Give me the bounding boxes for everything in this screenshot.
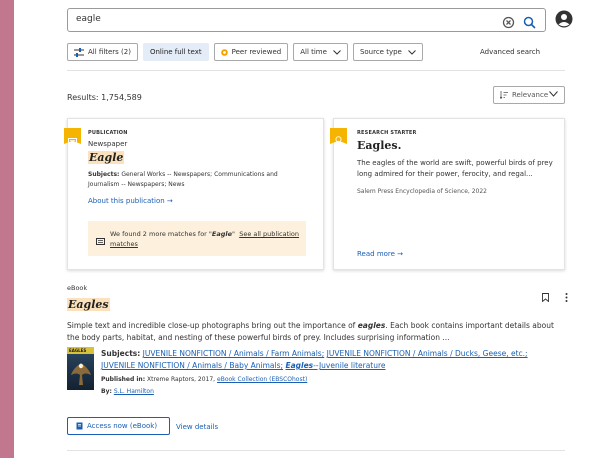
subject-link-baby-animals[interactable]: JUVENILE NONFICTION / Animals / Baby Ani… [101, 361, 283, 370]
source-type-dropdown[interactable]: Source type [352, 43, 423, 61]
more-matches-term: Eagle [211, 230, 233, 238]
peer-reviewed-label: Peer reviewed [231, 48, 282, 56]
more-matches-suffix: " [232, 230, 236, 238]
publication-title[interactable]: Eagle [88, 151, 125, 164]
desc-term: eagles [357, 321, 386, 330]
bookmark-icon[interactable] [542, 287, 549, 306]
search-icon[interactable] [523, 14, 536, 29]
chevron-down-icon [333, 49, 341, 55]
sort-icon [500, 91, 508, 99]
subjects-label: Subjects: [101, 349, 141, 358]
book-cover-image[interactable]: EAGLES [67, 347, 94, 390]
subject-4-rest: --Juvenile literature [313, 361, 386, 370]
book-icon [76, 422, 83, 430]
published-text: Xtreme Raptors, 2017, [147, 376, 216, 383]
ebook-collection-link[interactable]: eBook Collection (EBSCOhost) [217, 376, 307, 383]
research-starter-description: The eagles of the world are swift, power… [357, 159, 553, 178]
access-now-label: Access now (eBook) [87, 422, 158, 430]
author-line: By: S.L. Hamilton [101, 388, 154, 395]
research-starter-source: Salem Press Encyclopedia of Science, 202… [357, 188, 487, 195]
filter-bar: All filters (2) Online full text Peer re… [67, 43, 428, 61]
result-subjects: Subjects: JUVENILE NONFICTION / Animals … [101, 348, 561, 372]
subjects-label: Subjects: [88, 171, 120, 178]
all-time-label: All time [300, 48, 327, 56]
all-filters-button[interactable]: All filters (2) [67, 43, 138, 61]
read-more-link[interactable]: Read more → [357, 250, 403, 258]
by-label: By: [101, 388, 112, 395]
source-type-label: Source type [359, 48, 402, 56]
results-count: Results: 1,754,589 [67, 93, 142, 102]
subject-link-ducks-geese[interactable]: JUVENILE NONFICTION / Animals / Ducks, G… [327, 349, 528, 358]
card-type-label: RESEARCH STARTER [357, 130, 417, 136]
divider [67, 70, 565, 71]
research-starter-card: RESEARCH STARTER Eagles. The eagles of t… [330, 118, 565, 270]
advanced-search-link[interactable]: Advanced search [480, 48, 540, 56]
desc-before: Simple text and incredible close-up phot… [67, 321, 358, 330]
all-filters-label: All filters (2) [88, 48, 131, 56]
chevron-down-icon [549, 91, 558, 99]
research-starter-badge [330, 128, 347, 144]
author-link[interactable]: S.L. Hamilton [114, 388, 154, 395]
newspaper-icon [96, 230, 105, 249]
more-matches-text: We found 2 more matches for "Eagle" See … [110, 229, 300, 249]
online-full-text-chip[interactable]: Online full text [142, 43, 209, 61]
card-subtype: Newspaper [88, 140, 128, 148]
subject-link-eagles[interactable]: Eagles--Juvenile literature [285, 361, 385, 370]
subject-4-term: Eagles [285, 361, 314, 370]
view-details-link[interactable]: View details [176, 423, 218, 431]
newspaper-icon [68, 130, 77, 144]
publication-badge [64, 128, 81, 144]
results-page: eagle All filters (2) Online full text P… [14, 0, 612, 458]
eagle-illustration [71, 363, 91, 385]
all-time-dropdown[interactable]: All time [293, 43, 348, 61]
research-starter-title[interactable]: Eagles. [357, 139, 401, 152]
account-circle-icon[interactable] [555, 10, 573, 28]
result-type: eBook [67, 284, 88, 292]
search-input[interactable]: eagle [67, 8, 546, 32]
published-in: Published in: Xtreme Raptors, 2017, eBoo… [101, 376, 307, 383]
publication-subjects: Subjects: General Works -- Newspapers; C… [88, 170, 310, 190]
about-publication-link[interactable]: About this publication → [88, 197, 173, 205]
lightbulb-icon [335, 130, 342, 144]
published-label: Published in: [101, 376, 146, 383]
access-now-button[interactable]: Access now (eBook) [67, 417, 170, 435]
more-matches-prefix: We found 2 more matches for " [110, 230, 212, 238]
sort-dropdown[interactable]: Relevance [493, 86, 565, 104]
card-type-label: PUBLICATION [88, 130, 128, 136]
result-description: Simple text and incredible close-up phot… [67, 320, 565, 344]
online-full-text-label: Online full text [149, 48, 202, 56]
peer-reviewed-chip[interactable]: Peer reviewed [213, 43, 289, 61]
sort-label: Relevance [512, 91, 549, 99]
result-title[interactable]: Eagles [67, 298, 110, 311]
chevron-down-icon [407, 49, 416, 55]
cover-title: EAGLES [69, 348, 87, 353]
more-matches-box: We found 2 more matches for "Eagle" See … [88, 221, 306, 256]
search-query[interactable]: eagle [76, 14, 101, 24]
peer-reviewed-badge-icon [220, 48, 228, 56]
divider [67, 450, 565, 451]
clear-circle-icon[interactable] [502, 14, 515, 29]
more-options-icon[interactable] [565, 287, 568, 306]
filter-sliders-icon [74, 47, 84, 57]
subject-link-farm-animals[interactable]: JUVENILE NONFICTION / Animals / Farm Ani… [143, 349, 325, 358]
publication-card: PUBLICATION Newspaper Eagle Subjects: Ge… [64, 118, 324, 270]
